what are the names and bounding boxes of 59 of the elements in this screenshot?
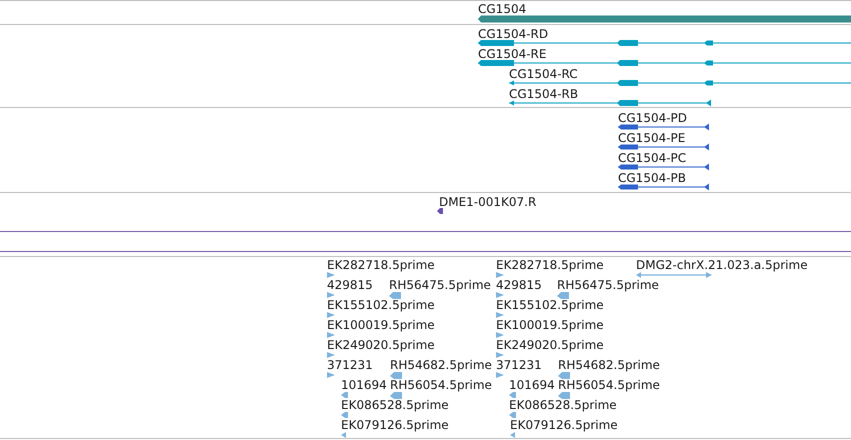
est-marker-icon [390, 392, 402, 399]
feature-label: CG1504-PB [618, 171, 686, 185]
est-marker-icon [496, 352, 504, 358]
est-marker-icon [496, 372, 504, 378]
feature-label: CG1504-RC [509, 67, 578, 81]
est-marker-icon [341, 392, 348, 398]
feature-label: EK155102.5prime [496, 298, 604, 312]
feature-label: EK079126.5prime [341, 418, 449, 432]
feature-label: EK086528.5prime [341, 398, 449, 412]
est-marker-icon [341, 432, 346, 438]
feature-label: CG1504-RE [478, 47, 546, 61]
feature-label: DME1-001K07.R [439, 195, 536, 209]
feature-label: 101694 [341, 378, 387, 392]
feature-label: EK079126.5prime [510, 418, 618, 432]
feature-label: 371231 [496, 358, 542, 372]
feature-label: EK100019.5prime [496, 318, 604, 332]
feature-label: EK155102.5prime [327, 298, 435, 312]
feature-label: EK249020.5prime [327, 338, 435, 352]
feature-label: RH54682.5prime [558, 358, 660, 372]
feature-label: RH56475.5prime [557, 278, 659, 292]
est-marker-icon [509, 392, 516, 398]
est-marker-icon [509, 412, 516, 418]
est-marker-icon [327, 272, 335, 278]
feature-label: CG1504-RD [478, 27, 548, 41]
feature-label: EK282718.5prime [327, 258, 435, 272]
est-marker-icon [557, 292, 569, 299]
feature-label: RH54682.5prime [390, 358, 492, 372]
feature-label: RH56475.5prime [389, 278, 491, 292]
feature-label: RH56054.5prime [558, 378, 660, 392]
feature-label: EK086528.5prime [509, 398, 617, 412]
est-marker-icon [496, 312, 504, 318]
feature-label: CG1504-PC [618, 151, 686, 165]
est-marker-icon [558, 392, 570, 399]
feature-label: RH56054.5prime [390, 378, 492, 392]
feature-label: 429815 [496, 278, 542, 292]
feature-label: EK100019.5prime [327, 318, 435, 332]
feature-label: CG1504-PD [618, 111, 688, 125]
est-marker-icon [496, 272, 504, 278]
feature-label: CG1504-PE [618, 131, 686, 145]
feature-label: EK249020.5prime [496, 338, 604, 352]
est-marker-icon [390, 372, 402, 379]
est-marker-icon [327, 312, 335, 318]
feature-label: DMG2-chrX.21.023.a.5prime [636, 258, 808, 272]
feature-label: 101694 [509, 378, 555, 392]
est-marker-icon [327, 372, 335, 378]
est-marker-icon [327, 352, 335, 358]
est-marker-icon [496, 292, 504, 298]
est-marker-icon [510, 432, 515, 438]
est-marker-icon [496, 332, 504, 338]
est-marker-icon [389, 292, 401, 299]
est-marker-icon [341, 412, 348, 418]
est-marker-icon [558, 372, 570, 379]
est-marker-icon [327, 332, 335, 338]
est-marker-icon [327, 292, 335, 298]
feature-label: 371231 [327, 358, 373, 372]
feature-label: 429815 [327, 278, 373, 292]
feature-label: EK282718.5prime [496, 258, 604, 272]
feature-label: CG1504 [478, 2, 526, 16]
feature-label: CG1504-RB [509, 87, 578, 101]
